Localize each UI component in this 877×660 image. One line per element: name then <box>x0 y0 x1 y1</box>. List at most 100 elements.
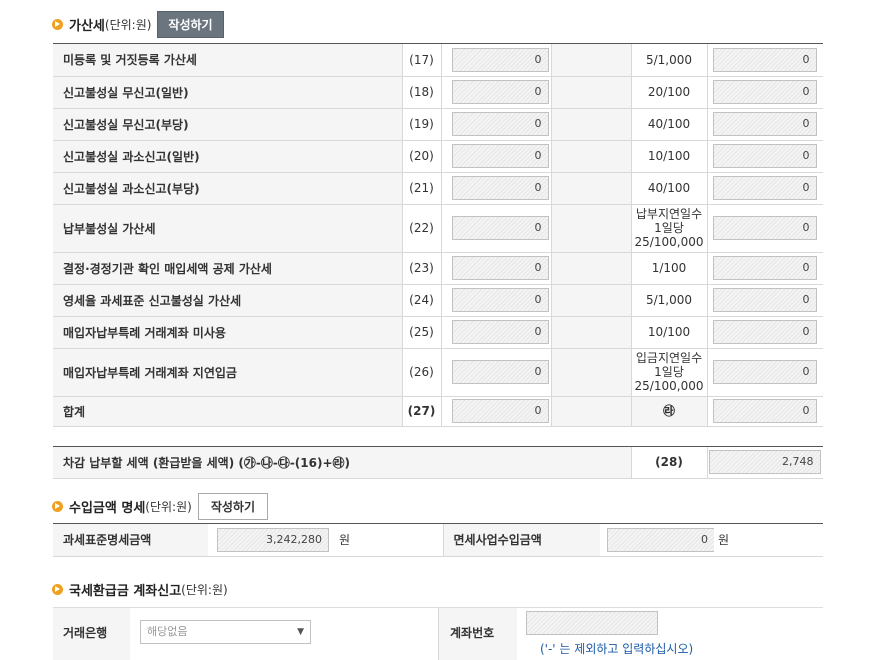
row-number: (20) <box>401 140 441 173</box>
row-base-field[interactable]: 0 <box>451 399 549 423</box>
row-rate: 5/1,000 <box>630 44 707 77</box>
row-number: (27) <box>401 396 441 427</box>
row-label: 신고불성실 과소신고(일반) <box>53 140 402 173</box>
table-row: 신고불성실 무신고(부당) (19) 0 40/100 0 <box>53 108 823 141</box>
deduct-table: 차감 납부할 세액 (환급받을 세액) (㉮-㉯-㉰-(16)+㉱) (28) … <box>53 447 823 479</box>
row-amount-field[interactable]: 0 <box>712 320 817 344</box>
account-field[interactable] <box>526 611 658 635</box>
account-label: 계좌번호 <box>450 626 495 640</box>
row-number: (21) <box>401 172 441 205</box>
row-number: (19) <box>401 108 441 141</box>
row-spacer <box>550 108 631 141</box>
income-write-button[interactable]: 작성하기 <box>197 492 268 520</box>
bullet-icon <box>52 500 63 512</box>
row-rate: 납부지연일수 1일당 25/100,000 <box>630 204 707 253</box>
bank-selected: 해당없음 <box>147 625 188 638</box>
exempt-label: 면세사업수입금액 <box>442 524 600 557</box>
deduct-amount-field[interactable]: 2,748 <box>708 450 821 475</box>
taxbase-field[interactable]: 3,242,280 <box>217 527 329 552</box>
penalty-section-title: 가산세 (단위:원) 작성하기 <box>52 10 224 38</box>
chevron-down-icon: ▼ <box>297 627 304 637</box>
income-table: 과세표준명세금액 3,242,280 원 면세사업수입금액 0 원 <box>53 524 823 557</box>
exempt-unit: 원 <box>714 524 823 557</box>
row-spacer <box>550 316 631 349</box>
table-row: 매입자납부특례 거래계좌 지연입금 (26) 0 입금지연일수 1일당 25/100,… <box>53 348 823 397</box>
taxbase-label: 과세표준명세금액 <box>53 524 208 557</box>
taxbase-unit: 원 <box>333 524 443 557</box>
row-label: 결정·경정기관 확인 매입세액 공제 가산세 <box>53 252 402 285</box>
bullet-icon <box>52 18 63 30</box>
income-section-title: 수입금액 명세 (단위:원) 작성하기 <box>52 492 268 520</box>
row-label: 신고불성실 무신고(부당) <box>53 108 402 141</box>
income-unit: (단위:원) <box>145 499 192 514</box>
refund-title: 국세환급금 계좌신고 <box>69 583 182 599</box>
row-rate: 20/100 <box>630 76 707 109</box>
row-rate: 10/100 <box>630 316 707 349</box>
row-amount-field[interactable]: 0 <box>712 80 817 104</box>
row-label: 신고불성실 무신고(일반) <box>53 76 402 109</box>
row-number: (26) <box>401 348 441 397</box>
table-row: 영세율 과세표준 신고불성실 가산세 (24) 0 5/1,000 0 <box>53 284 823 317</box>
row-amount-field[interactable]: 0 <box>712 216 817 240</box>
penalty-write-button[interactable]: 작성하기 <box>157 10 224 38</box>
row-spacer <box>550 348 631 397</box>
penalty-title: 가산세 <box>69 18 105 34</box>
table-row: 신고불성실 과소신고(일반) (20) 0 10/100 0 <box>53 140 823 173</box>
row-spacer <box>550 140 631 173</box>
row-rate: 10/100 <box>630 140 707 173</box>
row-amount-field[interactable]: 0 <box>712 112 817 136</box>
row-spacer <box>550 76 631 109</box>
row-rate: 1/100 <box>630 252 707 285</box>
refund-section-title: 국세환급금 계좌신고 (단위:원) <box>52 577 234 601</box>
deduct-label: 차감 납부할 세액 (환급받을 세액) (㉮-㉯-㉰-(16)+㉱) <box>53 447 631 479</box>
row-base-field[interactable]: 0 <box>451 144 549 168</box>
row-number: (23) <box>401 252 441 285</box>
bank-label: 거래은행 <box>63 626 108 640</box>
table-row: 납부불성실 가산세 (22) 0 납부지연일수 1일당 25/100,000 0 <box>53 204 823 253</box>
row-base-field[interactable]: 0 <box>451 80 549 104</box>
row-amount-field[interactable]: 0 <box>712 288 817 312</box>
row-base-field[interactable]: 0 <box>451 176 549 200</box>
row-spacer <box>550 44 631 77</box>
row-base-field[interactable]: 0 <box>451 216 549 240</box>
row-base-field[interactable]: 0 <box>451 256 549 280</box>
row-number: (17) <box>401 44 441 77</box>
row-label: 합계 <box>53 396 402 427</box>
row-base-field[interactable]: 0 <box>451 360 549 384</box>
exempt-field[interactable]: 0 <box>607 527 715 552</box>
row-number: (25) <box>401 316 441 349</box>
row-rate: 40/100 <box>630 172 707 205</box>
row-base-field[interactable]: 0 <box>451 320 549 344</box>
row-amount-field[interactable]: 0 <box>712 360 817 384</box>
refund-unit: (단위:원) <box>181 582 228 597</box>
table-row: 신고불성실 과소신고(부당) (21) 0 40/100 0 <box>53 172 823 205</box>
row-base-field[interactable]: 0 <box>451 47 549 72</box>
row-rate: 입금지연일수 1일당 25/100,000 <box>630 348 707 397</box>
row-amount-field[interactable]: 0 <box>712 399 817 423</box>
row-spacer <box>550 172 631 205</box>
row-number: (24) <box>401 284 441 317</box>
row-number: (22) <box>401 204 441 253</box>
bank-select[interactable]: 해당없음 ▼ <box>140 620 311 644</box>
penalty-total-row: 합계 (27) 0 ㉱ 0 <box>53 396 823 427</box>
table-row: 매입자납부특례 거래계좌 미사용 (25) 0 10/100 0 <box>53 316 823 349</box>
bullet-icon <box>52 583 63 595</box>
row-base-field[interactable]: 0 <box>451 288 549 312</box>
row-label: 영세율 과세표준 신고불성실 가산세 <box>53 284 402 317</box>
table-row: 미등록 및 거짓등록 가산세 (17) 0 5/1,000 0 <box>53 44 823 77</box>
row-label: 납부불성실 가산세 <box>53 204 402 253</box>
penalty-unit: (단위:원) <box>104 17 152 32</box>
table-row: 신고불성실 무신고(일반) (18) 0 20/100 0 <box>53 76 823 109</box>
penalty-table: 미등록 및 거짓등록 가산세 (17) 0 5/1,000 0 신고불성실 무신고(일반)… <box>53 44 823 427</box>
income-title: 수입금액 명세 <box>69 500 146 516</box>
row-amount-field[interactable]: 0 <box>712 176 817 200</box>
row-label: 미등록 및 거짓등록 가산세 <box>53 44 402 77</box>
row-base-field[interactable]: 0 <box>451 112 549 136</box>
account-note: ('-' 는 제외하고 입력하십시오) <box>540 642 694 656</box>
row-number: (18) <box>401 76 441 109</box>
row-label: 매입자납부특례 거래계좌 미사용 <box>53 316 402 349</box>
row-amount-field[interactable]: 0 <box>712 47 817 72</box>
row-amount-field[interactable]: 0 <box>712 256 817 280</box>
row-amount-field[interactable]: 0 <box>712 144 817 168</box>
deduct-no: (28) <box>630 447 707 479</box>
